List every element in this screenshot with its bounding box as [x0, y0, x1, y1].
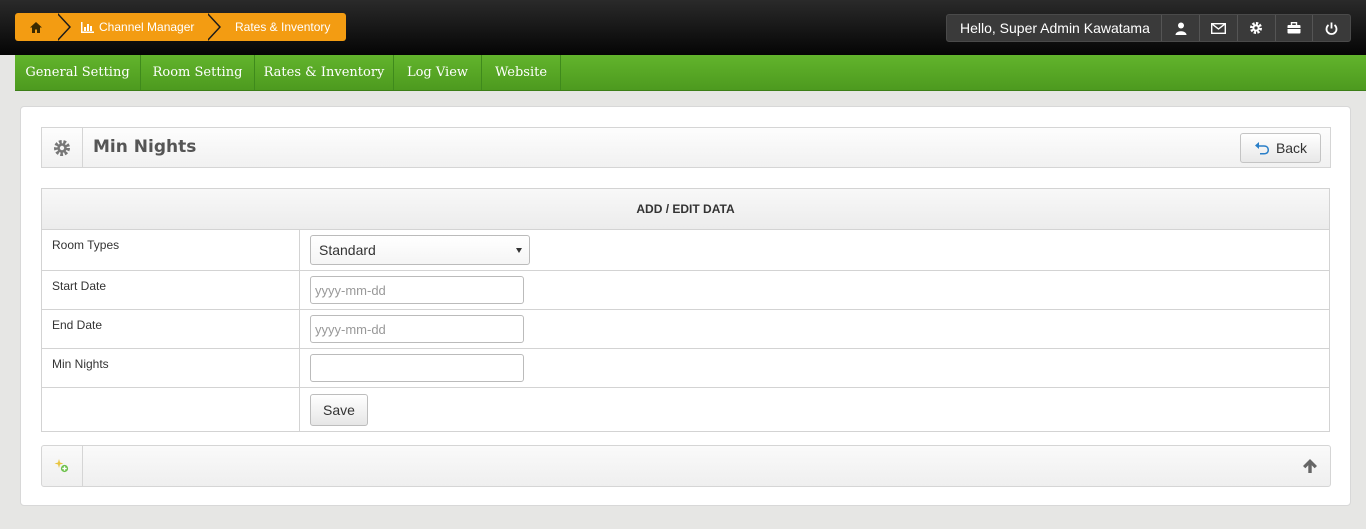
arrow-up-icon: [1302, 458, 1318, 474]
main-nav: General Setting Room Setting Rates & Inv…: [15, 55, 1366, 91]
messages-button[interactable]: [1199, 15, 1237, 41]
room-types-select[interactable]: Standard: [310, 235, 530, 265]
portfolio-button[interactable]: [1274, 15, 1313, 41]
undo-arrow-icon: [1254, 141, 1276, 155]
caret-down-icon: [516, 248, 522, 253]
scroll-top-button[interactable]: [1302, 458, 1318, 477]
user-toolbar: Hello, Super Admin Kawatama: [946, 14, 1351, 42]
actions-cell: Save: [300, 388, 1329, 431]
add-edit-form: ADD / EDIT DATA Room Types Standard Star…: [41, 188, 1330, 432]
nav-general-setting[interactable]: General Setting: [15, 55, 141, 90]
settings-button[interactable]: [1236, 15, 1275, 41]
home-icon: [29, 21, 43, 34]
breadcrumb-label: Channel Manager: [99, 20, 195, 34]
room-types-value: Standard: [319, 242, 376, 258]
nav-log-view[interactable]: Log View: [394, 55, 482, 90]
footer-icon-box: [42, 446, 83, 486]
user-greeting: Hello, Super Admin Kawatama: [960, 20, 1150, 36]
start-date-cell: [300, 271, 1329, 309]
gear-icon: [1249, 21, 1263, 35]
briefcase-icon: [1287, 22, 1301, 34]
form-row-actions: Save: [42, 388, 1329, 431]
breadcrumb-rates-inventory[interactable]: Rates & Inventory: [206, 13, 346, 41]
min-nights-cell: [300, 349, 1329, 387]
end-date-label: End Date: [42, 310, 300, 348]
breadcrumb-label: Rates & Inventory: [235, 20, 331, 34]
form-row-room-types: Room Types Standard: [42, 230, 1329, 271]
start-date-input[interactable]: [310, 276, 524, 304]
end-date-input[interactable]: [310, 315, 524, 343]
end-date-cell: [300, 310, 1329, 348]
logout-button[interactable]: [1312, 15, 1350, 41]
nav-rates-inventory[interactable]: Rates & Inventory: [255, 55, 394, 90]
back-button[interactable]: Back: [1240, 133, 1321, 163]
room-types-cell: Standard: [300, 230, 1329, 270]
panel-footer: [41, 445, 1331, 487]
room-types-label: Room Types: [42, 230, 300, 270]
min-nights-label: Min Nights: [42, 349, 300, 387]
nav-website[interactable]: Website: [482, 55, 561, 90]
min-nights-input[interactable]: [310, 354, 524, 382]
form-row-end-date: End Date: [42, 310, 1329, 349]
top-bar: Channel Manager Rates & Inventory Hello,…: [0, 0, 1366, 55]
bar-chart-icon: [81, 21, 94, 33]
back-label: Back: [1275, 140, 1308, 156]
power-icon: [1325, 22, 1338, 35]
start-date-label: Start Date: [42, 271, 300, 309]
breadcrumb-channel-manager[interactable]: Channel Manager: [56, 13, 221, 41]
add-sparkle-icon: [54, 458, 70, 474]
save-button[interactable]: Save: [310, 393, 368, 426]
gear-icon: [53, 139, 71, 157]
page-header: Min Nights Back: [41, 127, 1331, 168]
profile-button[interactable]: [1161, 15, 1199, 41]
nav-room-setting[interactable]: Room Setting: [141, 55, 255, 90]
form-header: ADD / EDIT DATA: [42, 189, 1329, 230]
breadcrumb-home[interactable]: [15, 13, 71, 41]
header-icon-box: [42, 128, 83, 167]
envelope-icon: [1211, 22, 1227, 34]
page-title: Min Nights: [93, 137, 197, 157]
form-row-start-date: Start Date: [42, 271, 1329, 310]
form-row-min-nights: Min Nights: [42, 349, 1329, 388]
breadcrumb: Channel Manager Rates & Inventory: [15, 13, 346, 41]
actions-label-cell: [42, 388, 300, 431]
user-icon: [1175, 22, 1187, 35]
